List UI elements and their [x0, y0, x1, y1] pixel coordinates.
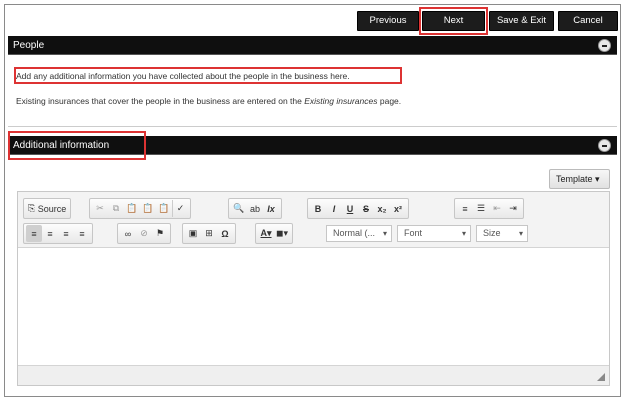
align-right-icon[interactable]: ≡ [58, 225, 74, 242]
people-section-title: People [13, 40, 45, 51]
editor-status-bar [18, 365, 609, 385]
section-divider [8, 126, 617, 127]
collapse-additional-icon[interactable] [598, 139, 611, 152]
size-combo[interactable]: Size [476, 225, 528, 242]
copy-icon[interactable]: ⧉ [108, 200, 124, 217]
toolbar-group-find: 🔍 ab Ix [228, 198, 282, 219]
bulleted-list-icon[interactable]: ☰ [473, 200, 489, 217]
rich-text-editor: ⎘ Source ✂ ⧉ 📋 📋 📋 ✓ 🔍 ab Ix B I U S x₂ [17, 191, 610, 386]
existing-line-prefix: Existing insurances that cover the peopl… [16, 96, 302, 106]
people-section-header: People [8, 36, 617, 55]
collapse-people-icon[interactable] [598, 39, 611, 52]
find-icon[interactable]: 🔍 [231, 200, 247, 217]
align-justify-icon[interactable]: ≡ [74, 225, 90, 242]
toolbar-group-source: ⎘ Source [23, 198, 72, 219]
numbered-list-icon[interactable]: ≡ [457, 200, 473, 217]
link-icon[interactable]: ∞ [120, 225, 136, 242]
underline-button[interactable]: U [342, 200, 358, 217]
cut-icon[interactable]: ✂ [92, 200, 108, 217]
toolbar-group-clipboard: ✂ ⧉ 📋 📋 📋 ✓ [89, 198, 191, 219]
editor-content-area[interactable] [18, 249, 609, 366]
image-icon[interactable]: ▣ [185, 225, 201, 242]
additional-info-section-header: Additional information [8, 136, 617, 155]
next-button[interactable]: Next [422, 11, 485, 31]
people-info-line: Add any additional information you have … [16, 71, 350, 81]
paste-icon[interactable]: 📋 [124, 200, 140, 217]
save-exit-button[interactable]: Save & Exit [489, 11, 554, 31]
text-color-icon[interactable]: A▾ [258, 225, 274, 242]
toolbar-group-insert: ▣ ⊞ Ω [182, 223, 236, 244]
italic-button[interactable]: I [326, 200, 342, 217]
unlink-icon[interactable]: ⊘ [136, 225, 152, 242]
subscript-button[interactable]: x₂ [374, 200, 390, 217]
existing-line-suffix: page. [379, 96, 402, 106]
remove-format-icon[interactable]: Ix [263, 200, 279, 217]
align-left-icon[interactable]: ≡ [26, 225, 42, 242]
background-color-icon[interactable]: ◼▾ [274, 225, 290, 242]
increase-indent-icon[interactable]: ⇥ [505, 200, 521, 217]
existing-insurances-line: Existing insurances that cover the peopl… [16, 96, 401, 106]
cancel-button[interactable]: Cancel [558, 11, 618, 31]
align-center-icon[interactable]: ≡ [42, 225, 58, 242]
toolbar-group-links: ∞ ⊘ ⚑ [117, 223, 171, 244]
previous-button[interactable]: Previous [357, 11, 419, 31]
toolbar-group-colors: A▾ ◼▾ [255, 223, 293, 244]
existing-insurances-link[interactable]: Existing insurances [304, 96, 377, 106]
source-label: Source [37, 203, 67, 214]
bold-button[interactable]: B [310, 200, 326, 217]
editor-toolbar: ⎘ Source ✂ ⧉ 📋 📋 📋 ✓ 🔍 ab Ix B I U S x₂ [18, 192, 609, 248]
top-action-bar: Previous Next Save & Exit Cancel [5, 5, 620, 36]
additional-info-title: Additional information [13, 140, 110, 151]
spellcheck-icon[interactable]: ✓ [172, 200, 188, 217]
font-combo[interactable]: Font [397, 225, 471, 242]
special-char-icon[interactable]: Ω [217, 225, 233, 242]
format-combo[interactable]: Normal (... [326, 225, 392, 242]
template-dropdown-button[interactable]: Template ▾ [549, 169, 610, 189]
toolbar-group-basicstyles: B I U S x₂ x² [307, 198, 409, 219]
paste-text-icon[interactable]: 📋 [140, 200, 156, 217]
source-icon: ⎘ [28, 203, 36, 213]
strikethrough-button[interactable]: S [358, 200, 374, 217]
resize-grip-icon[interactable] [597, 373, 605, 381]
replace-icon[interactable]: ab [247, 200, 263, 217]
table-icon[interactable]: ⊞ [201, 225, 217, 242]
paste-word-icon[interactable]: 📋 [156, 200, 172, 217]
anchor-flag-icon[interactable]: ⚑ [152, 225, 168, 242]
superscript-button[interactable]: x² [390, 200, 406, 217]
source-button[interactable]: ⎘ Source [26, 200, 68, 217]
toolbar-group-align: ≡ ≡ ≡ ≡ [23, 223, 93, 244]
page-frame: Previous Next Save & Exit Cancel People … [4, 4, 621, 397]
toolbar-group-lists: ≡ ☰ ⇤ ⇥ [454, 198, 524, 219]
decrease-indent-icon[interactable]: ⇤ [489, 200, 505, 217]
